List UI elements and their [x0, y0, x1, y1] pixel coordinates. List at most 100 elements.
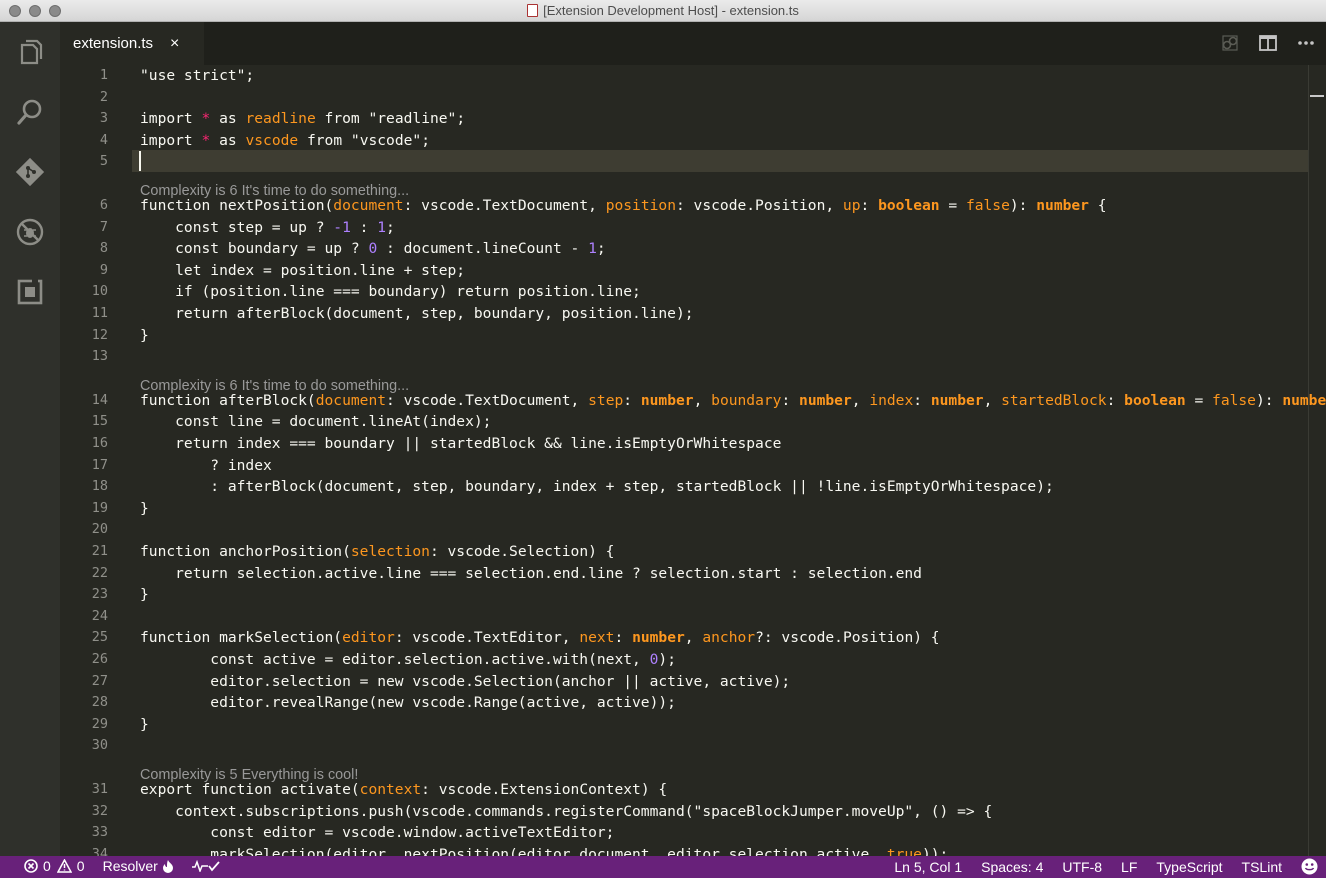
code-token: * — [201, 110, 211, 128]
code-token: : vscode.Selection) { — [429, 543, 615, 560]
code-token: context.subscriptions.push(vscode.comman… — [140, 802, 993, 820]
debug-icon — [16, 218, 44, 246]
extensions-icon — [17, 279, 43, 305]
line-number: 29 — [91, 715, 108, 732]
line-number: 22 — [91, 564, 108, 581]
code-line: 12} — [60, 325, 1300, 346]
code-token: : vscode.TextDocument, — [403, 197, 606, 214]
code-token: , — [684, 629, 703, 647]
editor-scrollbar[interactable] — [1308, 65, 1326, 856]
line-number: 14 — [91, 391, 108, 408]
code-line: 9 let index = position.line + step; — [60, 260, 1300, 281]
tab-extension-ts[interactable]: extension.ts × — [60, 22, 204, 65]
encoding-setting[interactable]: UTF-8 — [1062, 859, 1102, 875]
code-token: : — [860, 197, 879, 214]
code-token: readline — [245, 110, 316, 128]
editor-actions — [1220, 33, 1316, 53]
window-title: [Extension Development Host] - extension… — [0, 3, 1326, 18]
code-line: 28 editor.revealRange(new vscode.Range(a… — [60, 692, 1300, 713]
title-bar: [Extension Development Host] - extension… — [0, 0, 1326, 22]
code-token: : document.lineCount - — [377, 240, 589, 258]
code-token: let index = position.line + step; — [140, 261, 466, 279]
code-token: step — [588, 391, 624, 409]
code-token: = — [1185, 391, 1213, 409]
activity-bar — [0, 22, 60, 856]
line-code: let index = position.line + step; — [140, 260, 465, 281]
line-code: const active = editor.selection.active.w… — [140, 649, 676, 670]
status-bar: 0 0 Resolver Ln 5, Col 1 Spaces: 4 UTF-8… — [0, 856, 1326, 878]
line-code: return afterBlock(document, step, bounda… — [140, 303, 693, 324]
code-token: anchor — [702, 629, 756, 647]
code-token: false — [965, 197, 1010, 214]
complexity-codelens[interactable]: Complexity is 6 It's time to do somethin… — [140, 376, 409, 396]
line-code: markSelection(editor, nextPosition(edito… — [140, 844, 948, 856]
line-number: 5 — [99, 153, 108, 170]
code-line: 22 return selection.active.line === sele… — [60, 563, 1300, 584]
code-token: ): — [1009, 197, 1037, 214]
code-line: 18 : afterBlock(document, step, boundary… — [60, 476, 1300, 497]
window-title-text: [Extension Development Host] - extension… — [543, 3, 799, 18]
line-number: 31 — [91, 781, 108, 797]
code-token: index — [869, 391, 914, 409]
code-line: 34 markSelection(editor, nextPosition(ed… — [60, 844, 1300, 856]
code-token: ; — [596, 240, 606, 258]
feedback-button[interactable] — [1301, 858, 1318, 875]
code-token: number — [799, 391, 852, 409]
line-code: } — [140, 584, 149, 605]
code-token: const editor = vscode.window.activeTextE… — [140, 824, 615, 842]
cursor-position[interactable]: Ln 5, Col 1 — [894, 859, 962, 875]
code-token: : vscode.TextDocument, — [386, 391, 589, 409]
warning-count: 0 — [76, 858, 85, 874]
code-token: , — [983, 391, 1002, 409]
code-token: : — [781, 391, 800, 409]
code-token: : — [350, 218, 378, 236]
debug-view-button[interactable] — [14, 216, 46, 248]
line-number: 28 — [91, 694, 108, 711]
code-token: : — [1106, 391, 1125, 409]
code-editor[interactable]: 1 "use strict"; 2 3 import * as readline fro… — [60, 65, 1326, 856]
indentation-setting[interactable]: Spaces: 4 — [981, 859, 1043, 875]
code-line: 15 const line = document.lineAt(index); — [60, 411, 1300, 432]
problems-indicator[interactable]: 0 0 — [24, 858, 85, 874]
line-code: editor.selection = new vscode.Selection(… — [140, 671, 790, 692]
code-token: = — [939, 197, 966, 214]
code-token: : — [623, 391, 641, 409]
split-editor-icon[interactable] — [1258, 33, 1278, 53]
code-line: 29} — [60, 714, 1300, 735]
code-token: import — [140, 110, 202, 128]
complexity-codelens[interactable]: Complexity is 5 Everything is cool! — [140, 765, 358, 785]
more-actions-icon[interactable] — [1296, 33, 1316, 53]
complexity-codelens[interactable]: Complexity is 6 It's time to do somethin… — [140, 181, 409, 201]
smiley-icon — [1301, 858, 1318, 875]
line-number: 11 — [91, 305, 108, 321]
code-token: , — [851, 391, 870, 409]
code-token: ); — [658, 651, 676, 668]
explorer-button[interactable] — [14, 36, 46, 68]
search-view-button[interactable] — [14, 96, 46, 128]
line-number: 27 — [91, 672, 108, 689]
resolver-status[interactable]: Resolver — [103, 858, 174, 874]
line-number: 24 — [91, 607, 108, 624]
pulse-status[interactable] — [191, 860, 220, 872]
line-code: return selection.active.line === selecti… — [140, 563, 922, 584]
line-code: } — [140, 498, 149, 519]
code-token: "use strict"; — [140, 67, 255, 84]
source-control-button[interactable] — [14, 156, 46, 188]
line-code: : afterBlock(document, step, boundary, i… — [140, 476, 1053, 497]
line-code: } — [140, 714, 149, 735]
end-of-line-setting[interactable]: LF — [1121, 859, 1137, 875]
open-changes-icon[interactable] — [1220, 33, 1240, 53]
code-token: : — [913, 391, 931, 409]
code-token: up — [842, 197, 861, 214]
line-code: if (position.line === boundary) return p… — [140, 281, 641, 302]
code-line: 1 "use strict"; — [60, 65, 1300, 86]
language-mode[interactable]: TypeScript — [1156, 859, 1222, 875]
code-token: function anchorPosition( — [140, 543, 351, 560]
line-code: "use strict"; — [140, 65, 254, 86]
code-token: ; — [386, 218, 395, 236]
tab-close-button[interactable]: × — [170, 35, 179, 53]
line-number: 32 — [91, 802, 108, 819]
code-line: 25 function markSelection(editor: vscode.… — [60, 627, 1300, 648]
extensions-view-button[interactable] — [14, 276, 46, 308]
linter-status[interactable]: TSLint — [1242, 859, 1282, 875]
